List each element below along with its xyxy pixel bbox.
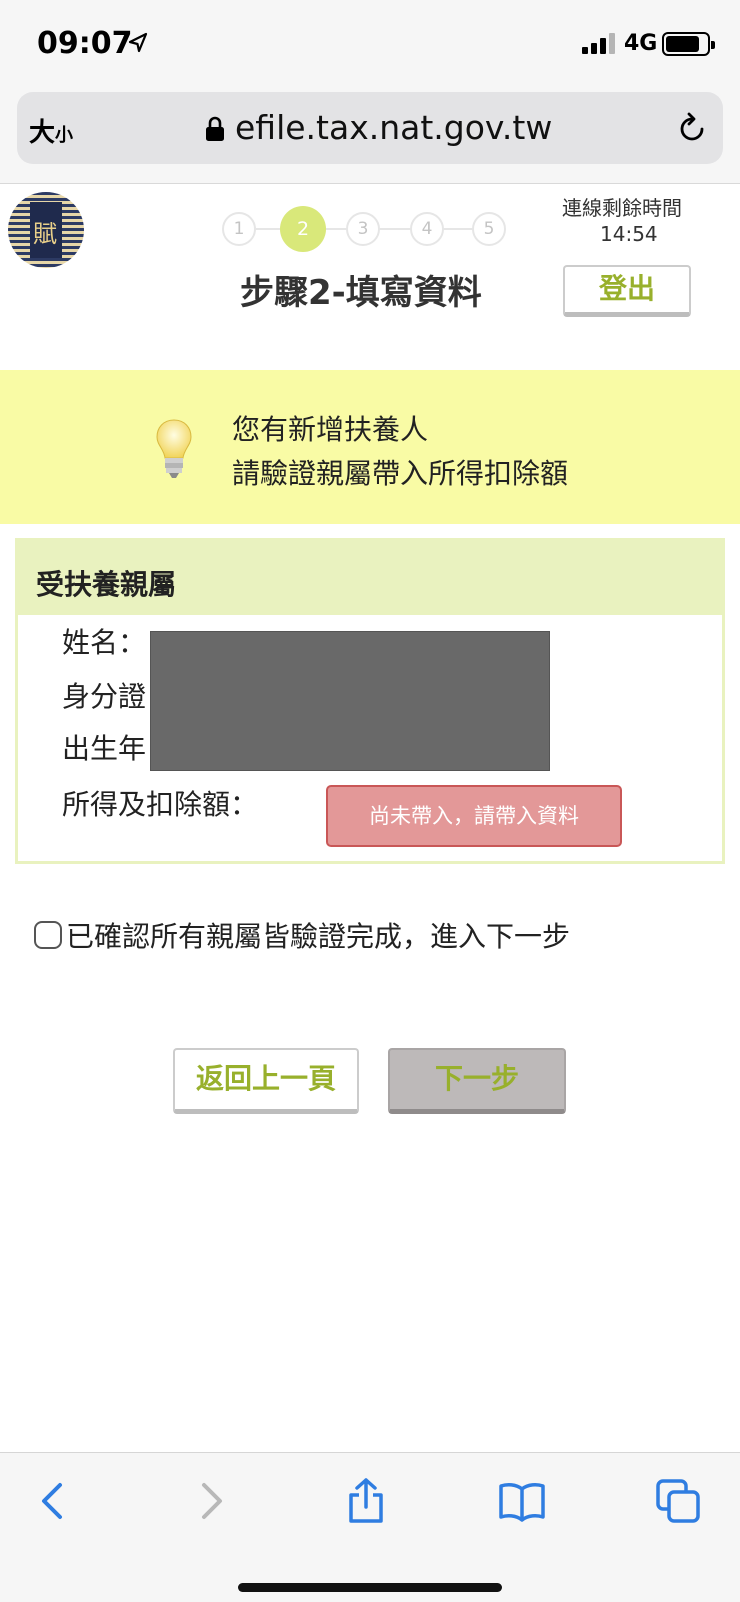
- step-2-current: 2: [280, 206, 326, 252]
- back-arrow-icon[interactable]: [30, 1477, 78, 1525]
- bookmarks-icon[interactable]: [498, 1477, 546, 1525]
- notice-line-2: 請驗證親屬帶入所得扣除額: [232, 457, 569, 490]
- name-label: 姓名：: [62, 626, 147, 659]
- logo-glyph: 賦: [33, 220, 57, 248]
- text-size-small: 小: [55, 125, 74, 146]
- session-timer-label: 連線剩餘時間: [562, 196, 682, 220]
- battery-icon: [662, 32, 715, 56]
- notice-line-1: 您有新增扶養人: [232, 413, 429, 446]
- status-bar: 09:07 4G: [0, 0, 740, 86]
- status-time: 09:07: [37, 26, 133, 61]
- step-4: 4: [410, 212, 444, 246]
- confirm-checkbox[interactable]: [34, 921, 62, 949]
- confirm-row[interactable]: 已確認所有親屬皆驗證完成，進入下一步: [34, 915, 570, 955]
- back-button[interactable]: 返回上一頁: [173, 1048, 359, 1114]
- browser-chrome: 大小 efile.tax.nat.gov.tw: [0, 86, 740, 184]
- import-income-button[interactable]: 尚未帶入，請帶入資料: [326, 785, 622, 847]
- tabs-icon[interactable]: [654, 1477, 702, 1525]
- url-text[interactable]: efile.tax.nat.gov.tw: [235, 108, 552, 147]
- forward-arrow-icon[interactable]: [186, 1477, 234, 1525]
- screen: 09:07 4G 大小 efile.tax.nat.gov.tw 賦 1 2 3…: [0, 0, 740, 1602]
- step-3: 3: [346, 212, 380, 246]
- address-bar[interactable]: 大小 efile.tax.nat.gov.tw: [17, 92, 723, 164]
- step-indicator: 1 2 3 4 5: [222, 206, 522, 252]
- lock-icon: [206, 116, 224, 141]
- browser-toolbar: [0, 1452, 740, 1602]
- redacted-personal-info: [150, 631, 550, 771]
- birth-label: 出生年: [62, 732, 147, 765]
- next-button[interactable]: 下一步: [388, 1048, 566, 1114]
- text-size-button[interactable]: 大小: [29, 112, 73, 149]
- network-type: 4G: [624, 31, 658, 56]
- share-icon[interactable]: [342, 1477, 390, 1525]
- step-1: 1: [222, 212, 256, 246]
- text-size-large: 大: [29, 118, 56, 148]
- lightbulb-icon: [156, 419, 192, 478]
- step-title: 步驟2-填寫資料: [240, 273, 482, 313]
- income-label: 所得及扣除額：: [62, 788, 259, 821]
- signal-icon: [582, 32, 618, 54]
- id-label: 身分證: [62, 680, 147, 713]
- session-timer-value: 14:54: [600, 222, 658, 246]
- reload-icon[interactable]: [675, 112, 709, 146]
- notice-banner: 您有新增扶養人 請驗證親屬帶入所得扣除額: [0, 370, 740, 524]
- logout-button[interactable]: 登出: [563, 265, 691, 317]
- home-indicator[interactable]: [238, 1583, 502, 1592]
- dependents-panel: 受扶養親屬 姓名： 身分證 出生年 所得及扣除額： 尚未帶入，請帶入資料: [15, 538, 725, 864]
- tax-bureau-logo[interactable]: 賦: [8, 192, 84, 268]
- location-arrow-icon: [128, 32, 148, 53]
- dependents-title: 受扶養親屬: [36, 568, 177, 601]
- confirm-label[interactable]: 已確認所有親屬皆驗證完成，進入下一步: [66, 915, 570, 955]
- step-5: 5: [472, 212, 506, 246]
- dependents-header: 受扶養親屬: [18, 541, 722, 615]
